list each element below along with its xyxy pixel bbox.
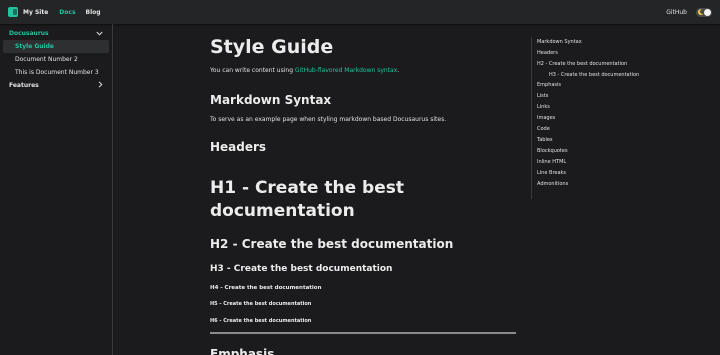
toc-item-admonitions[interactable]: Admonitions: [537, 179, 641, 190]
heading-h2: H2 - Create the best documentation: [210, 237, 454, 251]
toc-item-images[interactable]: Images: [537, 113, 641, 124]
table-of-contents: Markdown Syntax Headers H2 - Create the …: [531, 37, 641, 199]
heading-h6: H6 - Create the best documentation: [210, 318, 312, 324]
navbar-right: GitHub: [666, 7, 712, 17]
github-link[interactable]: GitHub: [666, 9, 687, 16]
toc-item-headers[interactable]: Headers: [537, 48, 641, 59]
navbar: My Site Docs Blog GitHub: [0, 0, 720, 24]
toc-item-links[interactable]: Links: [537, 102, 641, 113]
sidebar-item-style-guide[interactable]: Style Guide: [3, 40, 109, 53]
intro-text: You can write content using: [210, 67, 295, 74]
sidebar-category-features[interactable]: Features: [3, 79, 109, 92]
sidebar-category-label: Docusaurus: [9, 30, 49, 37]
intro-suffix: .: [397, 67, 400, 74]
chevron-down-icon: [96, 30, 103, 38]
heading-h4: H4 - Create the best documentation: [210, 285, 322, 291]
markdown-description: To serve as an example page when styling…: [210, 116, 447, 123]
heading-markdown-syntax: Markdown Syntax: [210, 93, 332, 107]
heading-h5: H5 - Create the best documentation: [210, 301, 312, 307]
toggle-knob: [704, 8, 711, 16]
sidebar: Docusaurus Style Guide Document Number 2…: [0, 24, 113, 355]
heading-h3: H3 - Create the best documentation: [210, 264, 393, 274]
brand-title[interactable]: My Site: [23, 9, 48, 16]
heading-headers: Headers: [210, 140, 267, 154]
horizontal-rule: [210, 332, 516, 334]
dark-mode-toggle[interactable]: [696, 7, 712, 17]
toc-item-tables[interactable]: Tables: [537, 135, 641, 146]
page-title: Style Guide: [210, 36, 334, 58]
logo-icon[interactable]: [8, 7, 18, 17]
heading-emphasis: Emphasis: [210, 347, 275, 355]
toc-item-h3[interactable]: H3 - Create the best documentation: [537, 70, 641, 80]
chevron-right-icon: [98, 81, 103, 90]
toc-item-emphasis[interactable]: Emphasis: [537, 80, 641, 91]
sidebar-item-document-3[interactable]: This is Document Number 3: [3, 66, 109, 79]
toc-item-line-breaks[interactable]: Line Breaks: [537, 168, 641, 179]
toc-item-blockquotes[interactable]: Blockquotes: [537, 146, 641, 157]
markdown-syntax-link[interactable]: GitHub-flavored Markdown syntax: [295, 67, 397, 74]
heading-h1: H1 - Create the best documentation: [210, 178, 405, 221]
nav-link-docs[interactable]: Docs: [59, 9, 75, 16]
toc-item-code[interactable]: Code: [537, 124, 641, 135]
toc-item-markdown-syntax[interactable]: Markdown Syntax: [537, 37, 641, 48]
sidebar-category-label: Features: [9, 82, 39, 89]
sidebar-item-document-2[interactable]: Document Number 2: [3, 53, 109, 66]
sidebar-category-docusaurus[interactable]: Docusaurus: [3, 27, 109, 40]
intro-paragraph: You can write content using GitHub-flavo…: [210, 67, 399, 74]
nav-link-blog[interactable]: Blog: [86, 9, 101, 16]
toc-item-inline-html[interactable]: Inline HTML: [537, 157, 641, 168]
toc-item-h2[interactable]: H2 - Create the best documentation: [537, 59, 641, 70]
toc-item-lists[interactable]: Lists: [537, 91, 641, 102]
